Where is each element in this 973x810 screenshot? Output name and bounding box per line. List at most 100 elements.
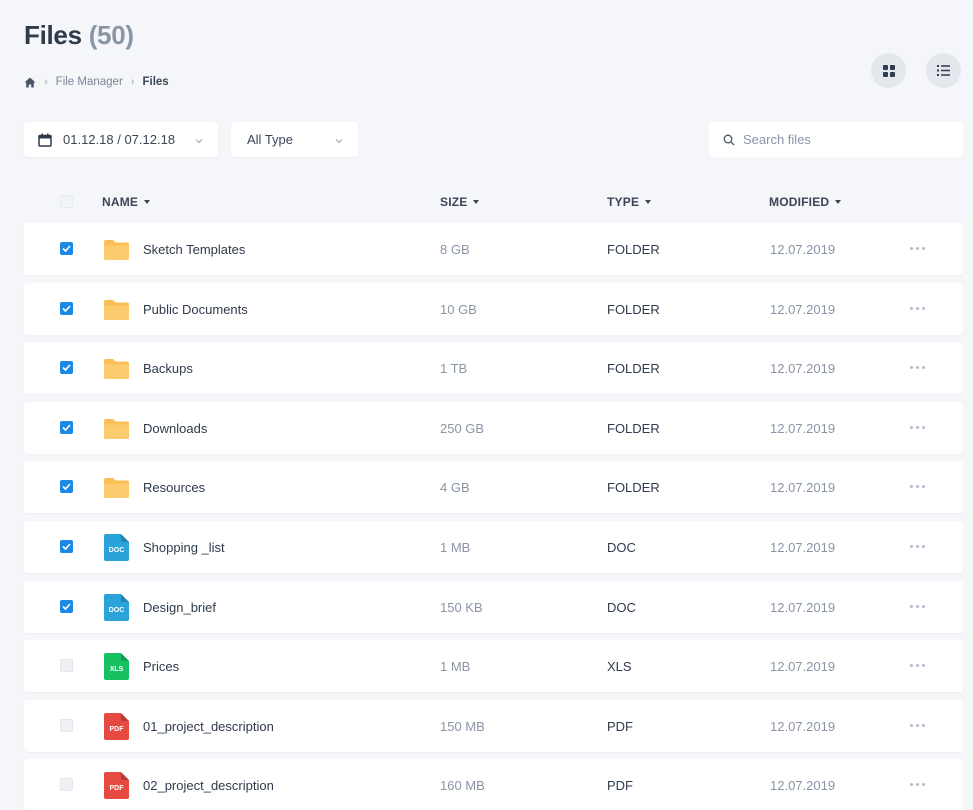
check-icon — [62, 364, 71, 372]
file-type: DOC — [607, 539, 636, 555]
table-row[interactable]: PDF 01_project_description 150 MB PDF 12.07.… — [24, 699, 963, 752]
file-type: FOLDER — [607, 480, 660, 496]
file-modified: 12.07.2019 — [770, 599, 836, 615]
column-header-type-label: TYPE — [607, 195, 640, 209]
table-row[interactable]: Public Documents 10 GB FOLDER 12.07.2019 — [24, 282, 963, 335]
more-options-icon[interactable] — [910, 544, 925, 548]
table-row[interactable]: DOC Shopping _list 1 MB DOC 12.07.2019 — [24, 520, 963, 573]
more-options-icon[interactable] — [910, 485, 925, 489]
row-checkbox[interactable] — [60, 301, 73, 315]
list-view-button[interactable] — [926, 53, 961, 88]
row-checkbox[interactable] — [60, 361, 73, 375]
table-row[interactable]: DOC Design_brief 150 KB DOC 12.07.2019 — [24, 580, 963, 633]
file-name[interactable]: 01_project_description — [143, 719, 274, 734]
file-count: (50) — [88, 20, 134, 50]
xls-icon: XLS — [103, 653, 130, 681]
file-name[interactable]: Design_brief — [143, 600, 216, 615]
breadcrumb: › File Manager › Files — [24, 76, 169, 88]
table-row[interactable]: XLS Prices 1 MB XLS 12.07.2019 — [24, 640, 963, 693]
more-options-icon[interactable] — [910, 783, 925, 787]
more-options-icon[interactable] — [910, 604, 925, 608]
row-checkbox[interactable] — [60, 778, 73, 792]
folder-icon — [103, 355, 130, 382]
file-size: 8 GB — [440, 242, 470, 257]
file-modified: 12.07.2019 — [770, 539, 836, 555]
check-icon — [62, 424, 71, 431]
folder-icon — [103, 296, 130, 323]
file-type: XLS — [607, 659, 632, 675]
file-name[interactable]: Backups — [143, 361, 193, 376]
date-range-filter[interactable]: 01.12.18 / 07.12.18 — [24, 122, 218, 157]
table-row[interactable]: Downloads 250 GB FOLDER 12.07.2019 — [24, 401, 963, 454]
folder-icon — [103, 474, 130, 501]
file-type: FOLDER — [607, 361, 660, 377]
more-options-icon[interactable] — [910, 664, 925, 668]
more-options-icon[interactable] — [910, 247, 925, 250]
file-modified: 12.07.2019 — [770, 301, 836, 317]
file-type: FOLDER — [607, 242, 660, 257]
row-checkbox[interactable] — [60, 599, 73, 613]
row-checkbox[interactable] — [60, 480, 73, 494]
page-title-text: Files — [24, 20, 82, 50]
row-checkbox[interactable] — [60, 539, 73, 553]
type-filter-value: All Type — [247, 132, 294, 147]
breadcrumb-item-files: Files — [142, 76, 169, 88]
search-icon — [723, 134, 735, 146]
table-row[interactable]: Backups 1 TB FOLDER 12.07.2019 — [24, 342, 963, 395]
chevron-down-icon — [194, 134, 204, 149]
file-list: Sketch Templates 8 GB FOLDER 12.07.2019 Publ… — [24, 223, 963, 810]
pdf-icon: PDF — [103, 772, 130, 800]
list-view-icon — [937, 65, 950, 76]
file-size: 150 KB — [440, 599, 483, 615]
more-options-icon[interactable] — [910, 425, 925, 429]
file-type: DOC — [607, 599, 636, 615]
row-checkbox[interactable] — [60, 659, 73, 673]
search-input[interactable] — [743, 132, 943, 147]
check-icon — [62, 305, 71, 312]
sort-down-icon — [645, 200, 652, 204]
column-header-modified[interactable]: MODIFIED — [769, 195, 842, 209]
doc-icon: DOC — [103, 593, 130, 621]
column-header-name-label: NAME — [102, 195, 139, 209]
table-row[interactable]: PDF 02_project_description 160 MB PDF 12.07.… — [24, 759, 963, 810]
search-box[interactable] — [709, 122, 963, 157]
column-header-type[interactable]: TYPE — [607, 195, 652, 209]
file-name[interactable]: Shopping _list — [143, 540, 225, 555]
file-type: PDF — [607, 718, 633, 734]
file-type-badge: DOC — [108, 606, 125, 614]
column-header-size-label: SIZE — [440, 195, 468, 209]
type-filter[interactable]: All Type — [231, 122, 358, 157]
file-size: 1 MB — [440, 659, 471, 675]
file-type-badge: XLS — [109, 666, 124, 674]
check-icon — [62, 245, 71, 252]
home-icon[interactable] — [24, 77, 36, 88]
column-header-name[interactable]: NAME — [102, 195, 151, 209]
file-name[interactable]: Prices — [143, 659, 179, 674]
row-checkbox[interactable] — [60, 242, 73, 255]
table-row[interactable]: Sketch Templates 8 GB FOLDER 12.07.2019 — [24, 223, 963, 275]
file-name[interactable]: Sketch Templates — [143, 242, 245, 257]
file-name[interactable]: 02_project_description — [143, 778, 274, 793]
more-options-icon[interactable] — [910, 366, 925, 370]
chevron-right-icon: › — [44, 76, 48, 88]
folder-icon — [103, 415, 130, 442]
row-checkbox[interactable] — [60, 718, 73, 732]
more-options-icon[interactable] — [910, 723, 925, 727]
date-range-value: 01.12.18 / 07.12.18 — [63, 132, 176, 147]
select-all-checkbox[interactable] — [60, 195, 73, 208]
row-checkbox[interactable] — [60, 420, 73, 434]
file-size: 1 MB — [440, 539, 471, 555]
file-name[interactable]: Resources — [143, 480, 205, 495]
file-name[interactable]: Downloads — [143, 421, 207, 436]
file-size: 10 GB — [440, 301, 477, 317]
file-type-badge: PDF — [109, 725, 124, 733]
column-header-size[interactable]: SIZE — [440, 195, 480, 209]
file-modified: 12.07.2019 — [770, 778, 836, 794]
grid-view-button[interactable] — [871, 53, 906, 88]
file-size: 150 MB — [440, 718, 485, 734]
table-row[interactable]: Resources 4 GB FOLDER 12.07.2019 — [24, 461, 963, 514]
more-options-icon[interactable] — [910, 306, 925, 310]
file-name[interactable]: Public Documents — [143, 302, 248, 317]
file-modified: 12.07.2019 — [770, 420, 836, 436]
breadcrumb-item-file-manager[interactable]: File Manager — [56, 76, 123, 88]
